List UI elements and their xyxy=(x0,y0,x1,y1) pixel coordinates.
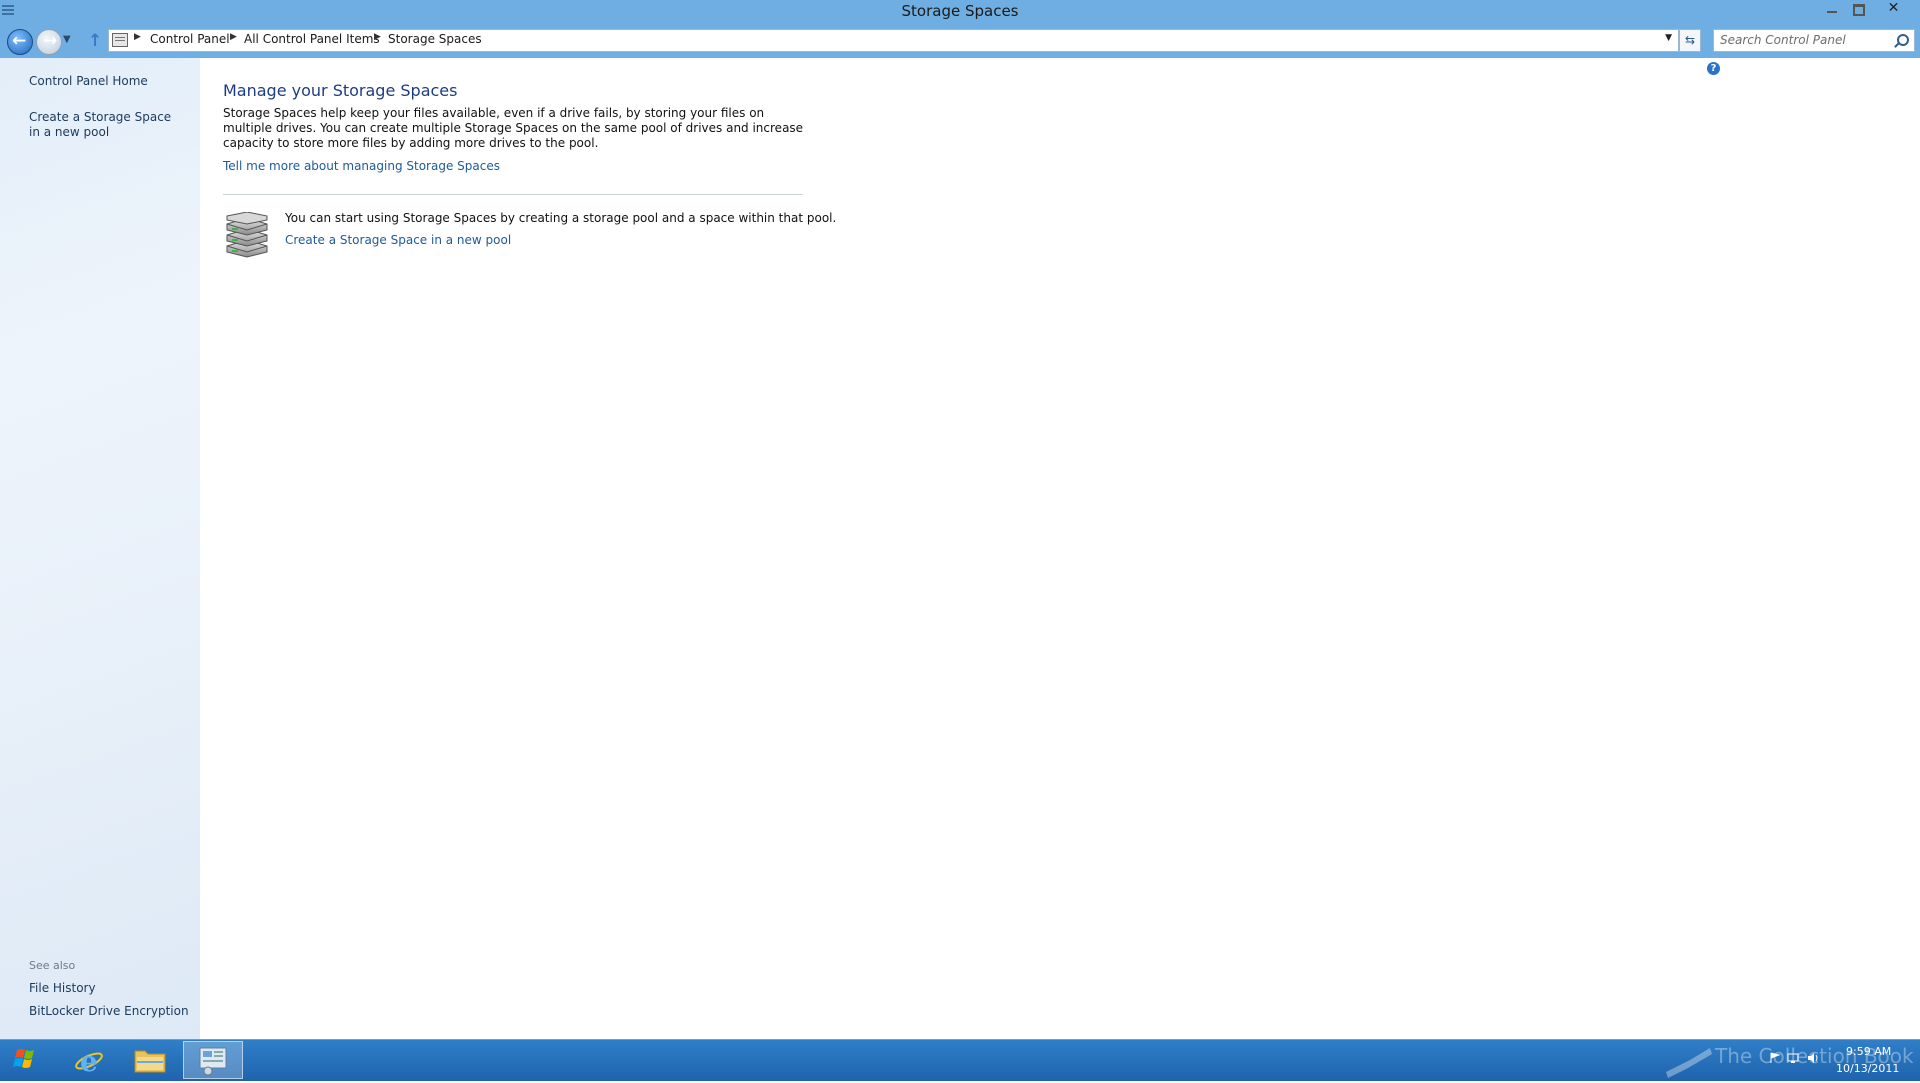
getting-started-text: You can start using Storage Spaces by cr… xyxy=(285,211,837,225)
left-pane: Control Panel Home Create a Storage Spac… xyxy=(0,58,200,1039)
forward-arrow-icon: → xyxy=(43,31,58,51)
breadcrumb-storage-spaces[interactable]: Storage Spaces xyxy=(388,32,482,46)
restore-button[interactable] xyxy=(1845,0,1871,20)
close-button[interactable]: ✕ xyxy=(1871,0,1916,20)
breadcrumb-control-panel[interactable]: Control Panel xyxy=(150,32,230,46)
minimize-button[interactable] xyxy=(1819,0,1845,20)
file-history-link[interactable]: File History xyxy=(29,981,96,996)
forward-button[interactable]: → xyxy=(36,29,62,55)
breadcrumb-chevron-icon[interactable]: ▶ xyxy=(134,32,141,42)
refresh-button[interactable]: ⇆ xyxy=(1679,29,1701,52)
page-title: Manage your Storage Spaces xyxy=(223,81,458,100)
storage-pool-icon xyxy=(226,212,268,258)
main-content: Manage your Storage Spaces Storage Space… xyxy=(200,58,1920,1039)
control-panel-home-link[interactable]: Control Panel Home xyxy=(29,74,148,89)
book-logo-icon xyxy=(1666,1048,1712,1078)
clock-date[interactable]: 10/13/2011 xyxy=(1836,1062,1899,1075)
back-arrow-icon: ← xyxy=(12,31,27,51)
search-input[interactable] xyxy=(1718,32,1892,48)
network-icon[interactable] xyxy=(1787,1052,1799,1064)
control-panel-taskbar-button[interactable] xyxy=(183,1041,243,1079)
search-box[interactable] xyxy=(1713,29,1915,52)
windows-logo-icon xyxy=(13,1049,34,1068)
navigation-bar: ← → ▼ ↑ ▶ Control Panel ▶ All Control Pa… xyxy=(0,24,1920,58)
search-icon[interactable] xyxy=(1897,34,1909,46)
up-arrow-icon[interactable]: ↑ xyxy=(88,31,102,51)
internet-explorer-button[interactable]: e xyxy=(65,1041,113,1079)
taskbar: e The Collection Book 9:59 AM 10/13/2011 xyxy=(0,1039,1920,1081)
breadcrumb-chevron-icon[interactable]: ▶ xyxy=(230,32,237,42)
recent-locations-dropdown[interactable]: ▼ xyxy=(63,34,71,45)
file-explorer-button[interactable] xyxy=(126,1041,174,1079)
create-storage-space-main-link[interactable]: Create a Storage Space in a new pool xyxy=(285,233,511,247)
window-title: Storage Spaces xyxy=(901,2,1019,20)
breadcrumb-all-items[interactable]: All Control Panel Items xyxy=(244,32,380,46)
svg-text:e: e xyxy=(80,1045,98,1078)
clock-time[interactable]: 9:59 AM xyxy=(1846,1045,1891,1058)
bitlocker-link[interactable]: BitLocker Drive Encryption xyxy=(29,1004,189,1019)
address-dropdown-icon[interactable]: ▼ xyxy=(1665,33,1672,43)
control-panel-icon xyxy=(112,33,128,47)
control-panel-icon xyxy=(199,1047,227,1076)
flag-icon[interactable] xyxy=(1769,1052,1781,1064)
internet-explorer-icon: e xyxy=(75,1045,103,1078)
learn-more-link[interactable]: Tell me more about managing Storage Spac… xyxy=(223,159,500,173)
intro-text: Storage Spaces help keep your files avai… xyxy=(223,106,804,150)
back-button[interactable]: ← xyxy=(7,29,33,55)
address-bar[interactable]: ▶ Control Panel ▶ All Control Panel Item… xyxy=(108,29,1679,52)
close-icon: ✕ xyxy=(1887,0,1900,16)
volume-icon[interactable] xyxy=(1807,1052,1819,1064)
help-icon[interactable]: ? xyxy=(1707,62,1720,75)
create-storage-space-link[interactable]: Create a Storage Space in a new pool xyxy=(29,110,179,140)
folder-icon xyxy=(134,1050,166,1073)
title-bar: Storage Spaces ✕ xyxy=(0,0,1920,24)
breadcrumb-chevron-icon[interactable]: ▶ xyxy=(374,32,381,42)
see-also-heading: See also xyxy=(29,959,76,972)
system-tray: The Collection Book 9:59 AM 10/13/2011 xyxy=(1660,1040,1920,1080)
divider xyxy=(223,194,803,195)
start-button[interactable] xyxy=(5,1041,50,1079)
